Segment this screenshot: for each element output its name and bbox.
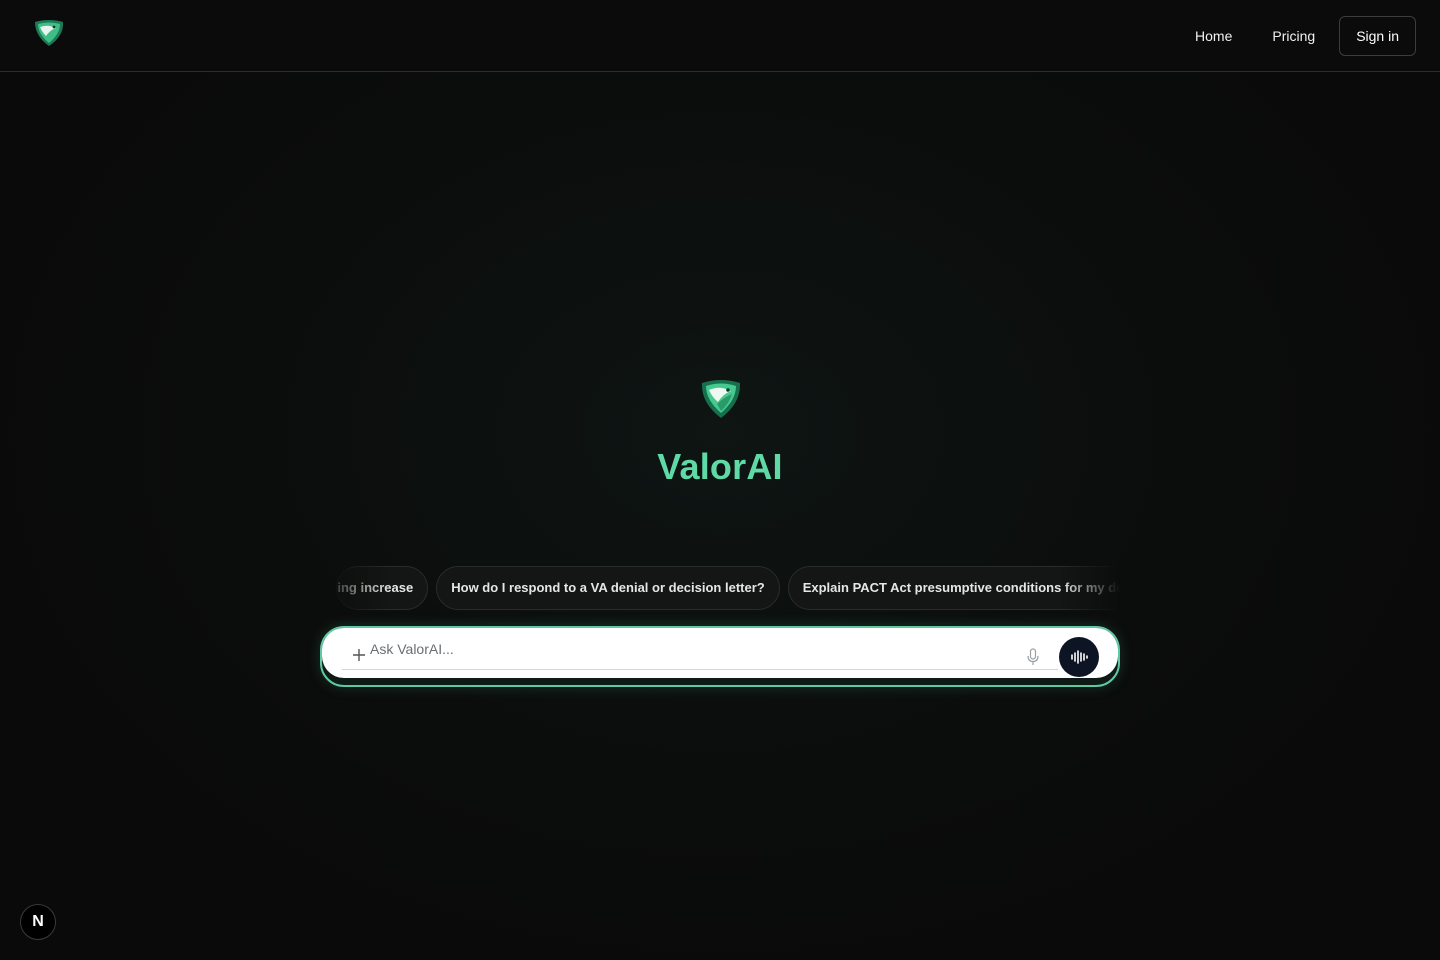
nav-pricing-link[interactable]: Pricing — [1252, 16, 1335, 56]
suggestion-chip[interactable]: Explain PACT Act presumptive conditions … — [787, 566, 1120, 610]
chat-composer — [320, 626, 1120, 687]
top-navbar: Home Pricing Sign in — [0, 0, 1440, 72]
dev-tools-badge[interactable]: N — [20, 904, 56, 940]
composer-panel — [322, 628, 1118, 678]
voice-mode-button[interactable] — [1059, 637, 1099, 677]
ask-input[interactable] — [368, 636, 1012, 662]
suggestion-chip[interactable]: ing increase. — [336, 566, 429, 610]
composer-divider — [342, 669, 1058, 670]
microphone-icon[interactable] — [1026, 648, 1040, 666]
sign-in-button[interactable]: Sign in — [1339, 16, 1416, 56]
eagle-shield-icon — [701, 380, 741, 418]
voice-waveform-icon — [1071, 650, 1088, 664]
suggestion-chip[interactable]: How do I respond to a VA denial or decis… — [436, 566, 780, 610]
eagle-shield-logo-icon[interactable] — [32, 18, 66, 48]
plus-icon[interactable] — [352, 648, 366, 662]
suggestion-carousel: ing increase. How do I respond to a VA d… — [320, 566, 1120, 612]
nav-home-link[interactable]: Home — [1175, 16, 1252, 56]
main-nav: Home Pricing Sign in — [1175, 16, 1416, 56]
brand-title: ValorAI — [657, 446, 783, 487]
